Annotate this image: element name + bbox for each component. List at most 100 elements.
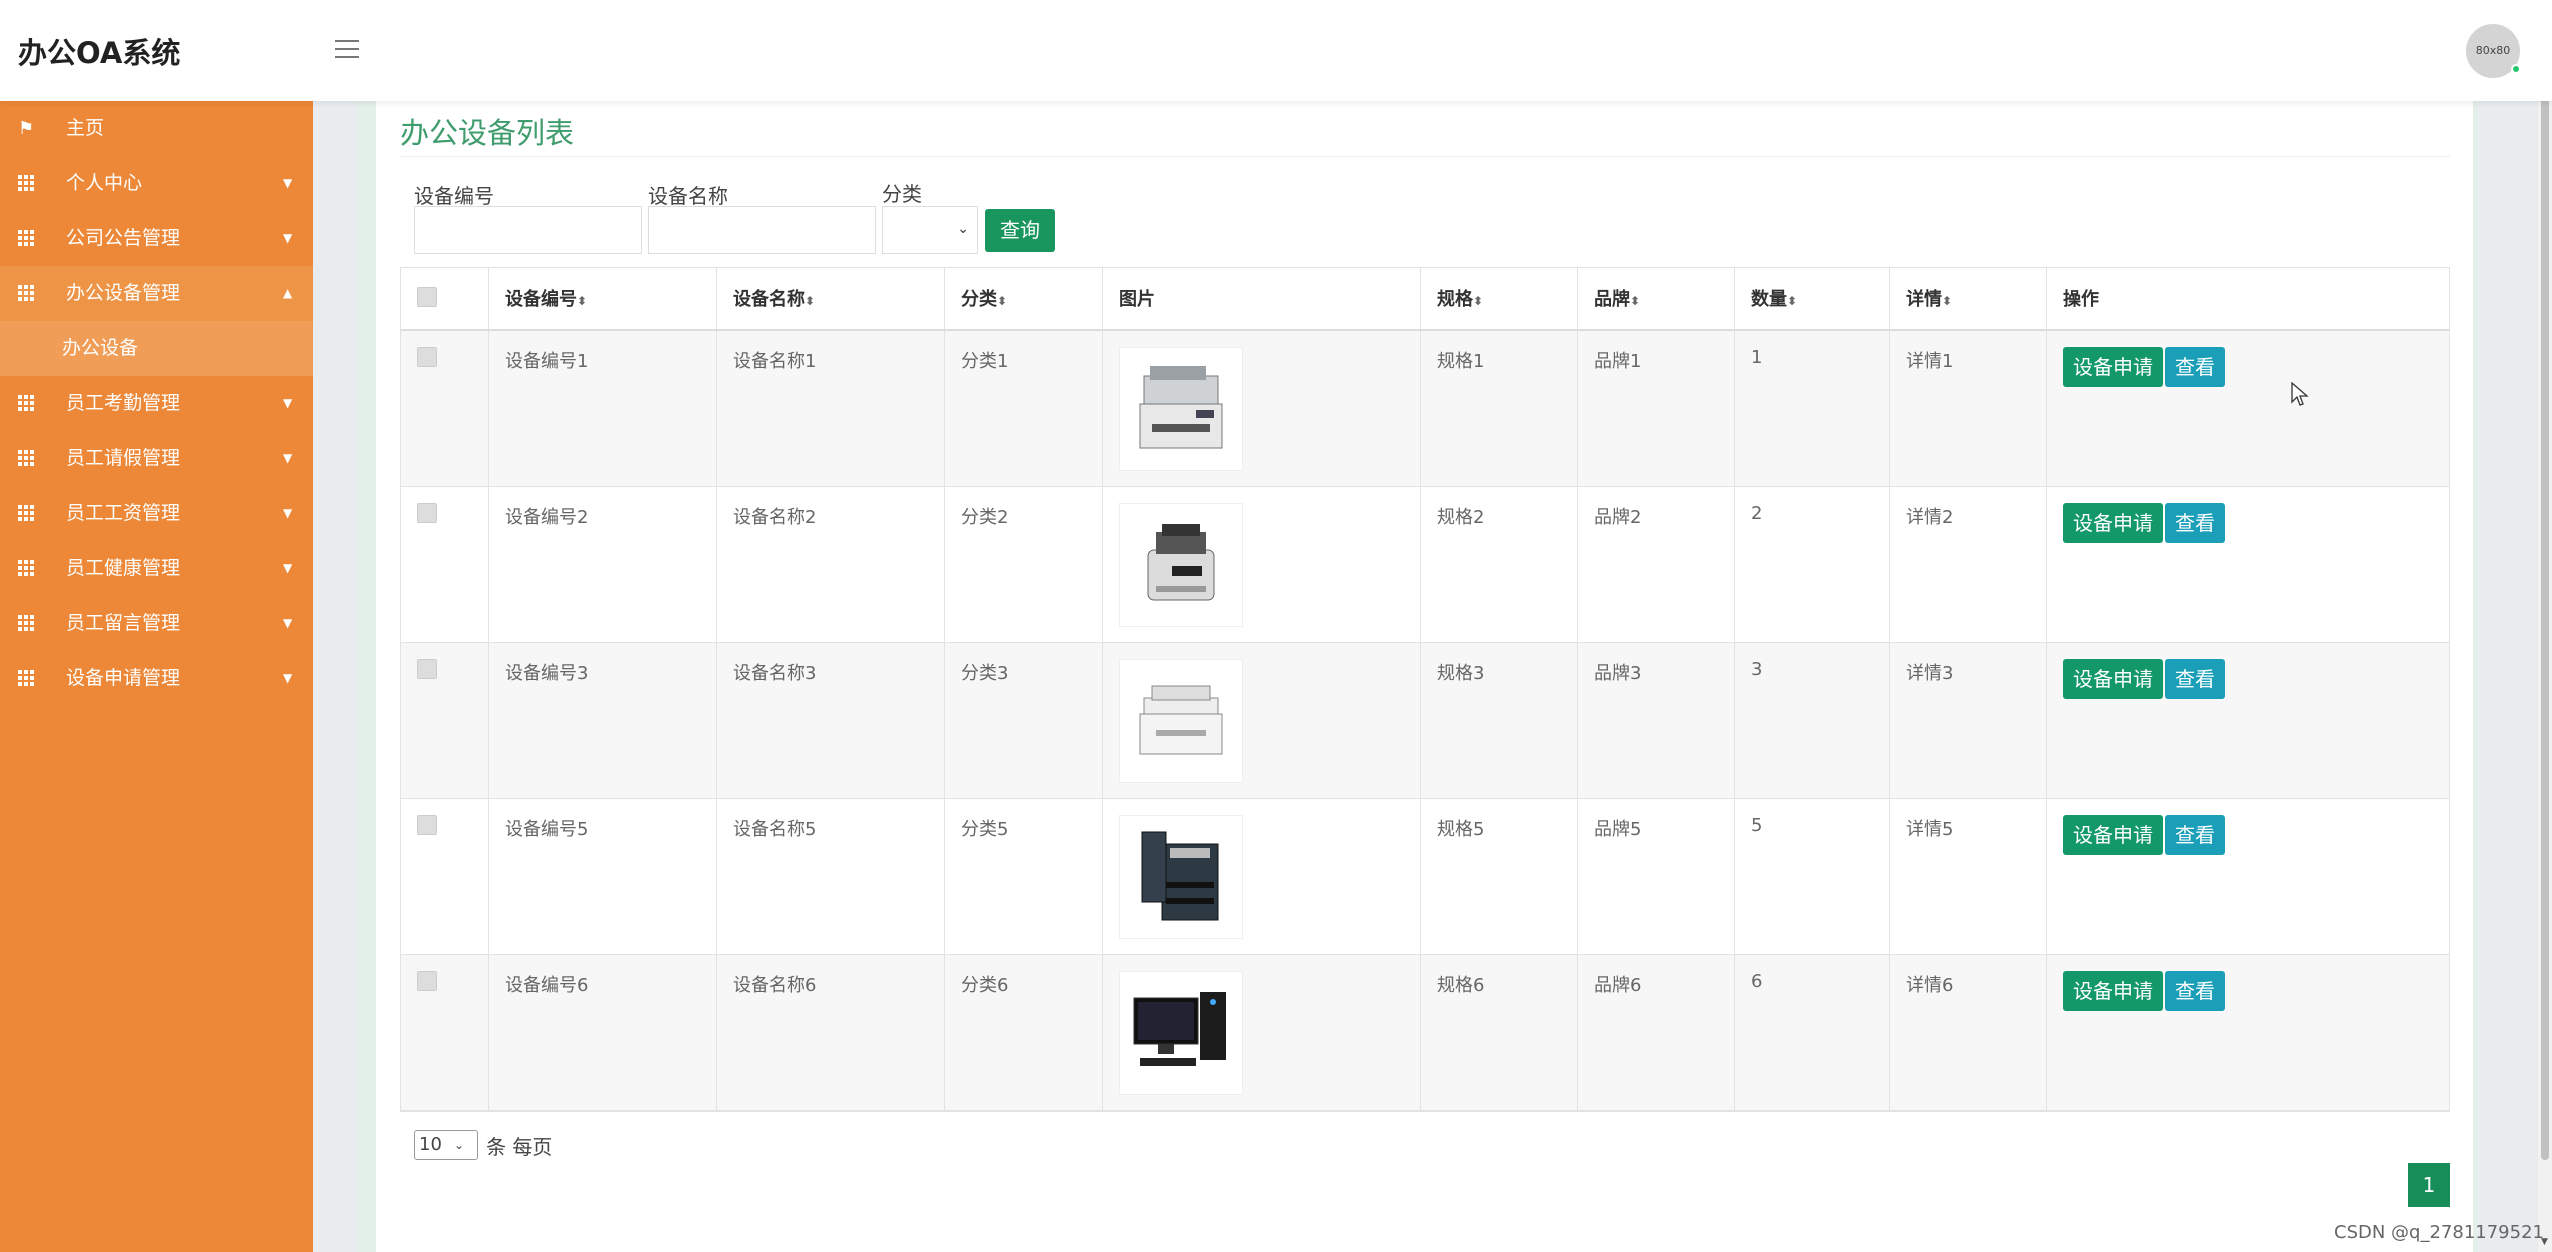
cell-text: 详情2 xyxy=(1906,507,1954,528)
cell-code: 设备编号6 xyxy=(489,955,717,1110)
view-button[interactable]: 查看 xyxy=(2165,815,2225,855)
sidebar-item-health[interactable]: 员工健康管理 ▼ xyxy=(0,541,313,596)
sidebar-item-label: 员工工资管理 xyxy=(66,502,181,524)
sidebar-item-profile[interactable]: 个人中心 ▼ xyxy=(0,156,313,211)
image-cell xyxy=(1103,487,1421,642)
apply-button[interactable]: 设备申请 xyxy=(2063,503,2163,543)
sidebar-item-label: 设备申请管理 xyxy=(66,667,181,689)
cell-text: 设备名称2 xyxy=(733,507,817,528)
header-brand[interactable]: 品牌⬍ xyxy=(1578,268,1735,329)
apply-button[interactable]: 设备申请 xyxy=(2063,971,2163,1011)
sidebar-item-label: 个人中心 xyxy=(66,172,143,194)
cell-brand: 品牌6 xyxy=(1578,955,1735,1110)
sidebar-item-attendance[interactable]: 员工考勤管理 ▼ xyxy=(0,376,313,431)
cell-text: 详情1 xyxy=(1906,351,1954,372)
cell-text: 2 xyxy=(1751,503,1763,524)
chevron-down-icon: ⌄ xyxy=(454,1138,465,1152)
cell-brand: 品牌3 xyxy=(1578,643,1735,798)
header-label: 分类 xyxy=(961,289,997,310)
cell-code: 设备编号5 xyxy=(489,799,717,954)
row-checkbox[interactable] xyxy=(417,971,437,991)
cell-category: 分类6 xyxy=(945,955,1103,1110)
header-spec[interactable]: 规格⬍ xyxy=(1421,268,1578,329)
cell-text: 分类6 xyxy=(961,975,1009,996)
equipment-table: 设备编号⬍ 设备名称⬍ 分类⬍ 图片 规格⬍ 品牌⬍ 数量⬍ 详情⬍ 操作 设备… xyxy=(400,267,2450,1112)
cell-text: 1 xyxy=(1751,347,1763,368)
page-button[interactable]: 1 xyxy=(2408,1163,2450,1207)
row-checkbox[interactable] xyxy=(417,347,437,367)
cell-category: 分类1 xyxy=(945,331,1103,486)
caret-up-icon: ▲ xyxy=(283,286,293,300)
select-all-checkbox[interactable] xyxy=(417,287,437,307)
apply-button[interactable]: 设备申请 xyxy=(2063,659,2163,699)
equipment-image[interactable] xyxy=(1119,659,1243,783)
equipment-image[interactable] xyxy=(1119,815,1243,939)
cell-detail: 详情2 xyxy=(1890,487,2047,642)
name-filter-input[interactable] xyxy=(648,206,876,254)
cell-text: 详情5 xyxy=(1906,819,1954,840)
header-code[interactable]: 设备编号⬍ xyxy=(489,268,717,329)
cell-text: 分类1 xyxy=(961,351,1009,372)
code-filter-input[interactable] xyxy=(414,206,642,254)
sidebar-item-label: 办公设备管理 xyxy=(66,282,181,304)
actions-cell: 设备申请 查看 xyxy=(2047,331,2449,486)
row-checkbox[interactable] xyxy=(417,503,437,523)
name-filter-label: 设备名称 xyxy=(648,184,728,208)
cell-code: 设备编号2 xyxy=(489,487,717,642)
header-qty[interactable]: 数量⬍ xyxy=(1735,268,1890,329)
header-category[interactable]: 分类⬍ xyxy=(945,268,1103,329)
image-cell xyxy=(1103,955,1421,1110)
caret-down-icon: ▼ xyxy=(283,506,293,520)
caret-down-icon: ▼ xyxy=(283,616,293,630)
sidebar-item-messages[interactable]: 员工留言管理 ▼ xyxy=(0,596,313,651)
view-button[interactable]: 查看 xyxy=(2165,971,2225,1011)
select-all-cell xyxy=(401,268,489,329)
sidebar-item-home[interactable]: ⚑ 主页 xyxy=(0,101,313,156)
equipment-image[interactable] xyxy=(1119,347,1243,471)
cell-code: 设备编号1 xyxy=(489,331,717,486)
sidebar-item-salary[interactable]: 员工工资管理 ▼ xyxy=(0,486,313,541)
view-button[interactable]: 查看 xyxy=(2165,503,2225,543)
top-header: 办公OA系统 80x80 xyxy=(0,0,2552,101)
menu-toggle-icon[interactable] xyxy=(335,40,359,60)
per-page-label: 条 每页 xyxy=(486,1134,553,1159)
grid-icon xyxy=(18,266,38,323)
sidebar-item-equipment[interactable]: 办公设备管理 ▲ xyxy=(0,266,313,321)
scrollbar[interactable]: ▲ ▼ xyxy=(2538,0,2552,1252)
row-checkbox[interactable] xyxy=(417,659,437,679)
equipment-image[interactable] xyxy=(1119,971,1243,1095)
caret-down-icon: ▼ xyxy=(283,451,293,465)
cell-qty: 2 xyxy=(1735,487,1890,642)
actions-cell: 设备申请 查看 xyxy=(2047,643,2449,798)
page-size-select[interactable]: 10 xyxy=(414,1130,478,1160)
header-detail[interactable]: 详情⬍ xyxy=(1890,268,2047,329)
header-label: 数量 xyxy=(1751,289,1787,310)
cell-text: 规格6 xyxy=(1437,975,1485,996)
grid-icon xyxy=(18,376,38,433)
sort-icon: ⬍ xyxy=(1473,294,1484,308)
cell-text: 5 xyxy=(1751,815,1763,836)
cell-detail: 详情6 xyxy=(1890,955,2047,1110)
sidebar-item-equipment-requests[interactable]: 设备申请管理 ▼ xyxy=(0,651,313,706)
sidebar-item-leave[interactable]: 员工请假管理 ▼ xyxy=(0,431,313,486)
sort-icon: ⬍ xyxy=(1787,294,1798,308)
equipment-image[interactable] xyxy=(1119,503,1243,627)
table-row: 设备编号3 设备名称3 分类3 规格3 品牌3 3 详情3 设备申请 查看 xyxy=(401,643,2449,799)
header-name[interactable]: 设备名称⬍ xyxy=(717,268,945,329)
query-button[interactable]: 查询 xyxy=(985,209,1055,252)
row-checkbox[interactable] xyxy=(417,815,437,835)
sidebar-subitem-equipment[interactable]: 办公设备 xyxy=(0,321,313,376)
cell-text: 3 xyxy=(1751,659,1763,680)
view-button[interactable]: 查看 xyxy=(2165,659,2225,699)
actions-cell: 设备申请 查看 xyxy=(2047,487,2449,642)
grid-icon xyxy=(18,541,38,598)
category-select[interactable]: ⌄ xyxy=(882,206,978,254)
scrollbar-thumb[interactable] xyxy=(2541,20,2549,1160)
cell-detail: 详情5 xyxy=(1890,799,2047,954)
cell-detail: 详情1 xyxy=(1890,331,2047,486)
apply-button[interactable]: 设备申请 xyxy=(2063,347,2163,387)
caret-down-icon: ▼ xyxy=(283,671,293,685)
apply-button[interactable]: 设备申请 xyxy=(2063,815,2163,855)
sidebar-item-announcements[interactable]: 公司公告管理 ▼ xyxy=(0,211,313,266)
view-button[interactable]: 查看 xyxy=(2165,347,2225,387)
